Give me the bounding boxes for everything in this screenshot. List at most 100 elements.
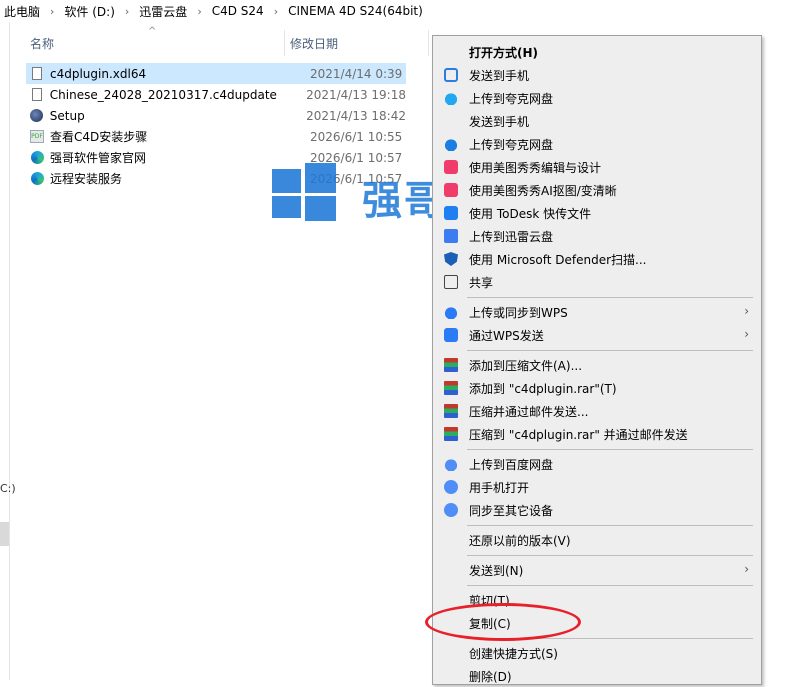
menu-item-label: 共享 xyxy=(469,275,494,290)
column-divider[interactable] xyxy=(428,30,429,56)
breadcrumb-xunlei[interactable]: 迅雷云盘 xyxy=(135,3,191,20)
file-date: 2026/6/1 10:55 xyxy=(310,129,403,144)
menu-item-compress-email[interactable]: 压缩并通过邮件发送... xyxy=(437,400,757,422)
edge-icon xyxy=(30,151,44,165)
file-name: Setup xyxy=(49,108,85,123)
menu-item-label: 删除(D) xyxy=(469,669,512,684)
meitu-icon xyxy=(444,183,458,197)
quark-cloud-icon xyxy=(444,137,458,151)
menu-item-meitu-ai[interactable]: 使用美图秀秀AI抠图/变清晰 xyxy=(437,179,757,201)
menu-separator xyxy=(467,525,753,526)
file-row[interactable]: Chinese_24028_20210317.c4dupdate 2021/4/… xyxy=(26,84,406,105)
menu-item-sync-devices[interactable]: 同步至其它设备 xyxy=(437,499,757,521)
menu-item-label: 发送到手机 xyxy=(469,114,530,129)
menu-item-label: 创建快捷方式(S) xyxy=(469,646,558,661)
menu-item-wps-send[interactable]: 通过WPS发送 › xyxy=(437,324,757,346)
column-divider[interactable] xyxy=(284,30,285,56)
document-icon xyxy=(30,67,44,81)
file-row[interactable]: PDF 查看C4D安装步骤 2026/6/1 10:55 xyxy=(26,126,406,147)
menu-item-add-archive[interactable]: 添加到压缩文件(A)... xyxy=(437,354,757,376)
share-icon xyxy=(444,275,458,289)
menu-item-label: 使用美图秀秀AI抠图/变清晰 xyxy=(469,183,617,198)
menu-item-label: 发送到手机 xyxy=(469,68,530,83)
breadcrumb: 此电脑 › 软件 (D:) › 迅雷云盘 › C4D S24 › CINEMA … xyxy=(0,0,787,22)
menu-item-label: 打开方式(H) xyxy=(469,45,539,60)
menu-item-label: 上传到百度网盘 xyxy=(469,457,554,472)
menu-item-defender[interactable]: 使用 Microsoft Defender扫描... xyxy=(437,248,757,270)
menu-item-label: 添加到 "c4dplugin.rar"(T) xyxy=(469,381,617,396)
menu-item-upload-quark-2[interactable]: 上传到夸克网盘 xyxy=(437,133,757,155)
file-name: c4dplugin.xdl64 xyxy=(50,66,147,81)
highlight-ellipse xyxy=(425,603,581,641)
chevron-right-icon: › xyxy=(197,4,202,18)
breadcrumb-drive-d[interactable]: 软件 (D:) xyxy=(60,3,118,20)
breadcrumb-this-pc[interactable]: 此电脑 xyxy=(0,3,44,20)
wps-send-icon xyxy=(444,328,458,342)
file-name: Chinese_24028_20210317.c4dupdate xyxy=(49,87,277,102)
chevron-right-icon: › xyxy=(744,562,749,576)
menu-item-restore-versions[interactable]: 还原以前的版本(V) xyxy=(437,529,757,551)
menu-item-send-to-phone-2[interactable]: 发送到手机 xyxy=(437,110,757,132)
file-row[interactable]: 强哥软件管家官网 2026/6/1 10:57 xyxy=(26,147,406,168)
menu-item-compress-rar-email[interactable]: 压缩到 "c4dplugin.rar" 并通过邮件发送 xyxy=(437,423,757,445)
menu-item-label: 还原以前的版本(V) xyxy=(469,533,571,548)
file-name: 强哥软件管家官网 xyxy=(50,151,147,165)
menu-item-open-on-phone[interactable]: 用手机打开 xyxy=(437,476,757,498)
menu-separator xyxy=(467,555,753,556)
file-date: 2021/4/14 0:39 xyxy=(310,66,403,81)
baidu-phone-icon xyxy=(444,480,458,494)
windows-logo-watermark-icon xyxy=(272,163,336,221)
column-header-name[interactable]: 名称 xyxy=(30,32,54,54)
cinema4d-icon xyxy=(30,109,44,123)
nav-item-drive-c-fragment[interactable]: C:) xyxy=(0,482,16,495)
chevron-right-icon: › xyxy=(744,304,749,318)
winrar-icon xyxy=(444,358,458,372)
menu-item-label: 通过WPS发送 xyxy=(469,328,544,343)
menu-item-meitu-edit[interactable]: 使用美图秀秀编辑与设计 xyxy=(437,156,757,178)
todesk-icon xyxy=(444,206,458,220)
menu-item-todesk[interactable]: 使用 ToDesk 快传文件 xyxy=(437,202,757,224)
menu-item-label: 压缩并通过邮件发送... xyxy=(469,404,589,419)
wps-cloud-icon xyxy=(444,305,458,319)
menu-item-xunlei[interactable]: 上传到迅雷云盘 xyxy=(437,225,757,247)
menu-item-wps-sync[interactable]: 上传或同步到WPS › xyxy=(437,301,757,323)
menu-item-send-to-phone[interactable]: 发送到手机 xyxy=(437,64,757,86)
menu-item-open-with[interactable]: 打开方式(H) xyxy=(437,41,757,63)
xunlei-icon xyxy=(444,229,458,243)
menu-separator xyxy=(467,449,753,450)
file-row[interactable]: c4dplugin.xdl64 2021/4/14 0:39 xyxy=(26,63,406,84)
menu-separator xyxy=(467,350,753,351)
menu-item-create-shortcut[interactable]: 创建快捷方式(S) xyxy=(437,642,757,664)
menu-item-share[interactable]: 共享 xyxy=(437,271,757,293)
breadcrumb-cinema4d[interactable]: CINEMA 4D S24(64bit) xyxy=(284,4,427,18)
menu-item-send-to[interactable]: 发送到(N) › xyxy=(437,559,757,581)
menu-item-label: 上传到夸克网盘 xyxy=(469,137,554,152)
file-date: 2021/4/13 19:18 xyxy=(306,87,406,102)
file-name: 查看C4D安装步骤 xyxy=(50,130,148,144)
file-name: 远程安装服务 xyxy=(50,172,123,186)
menu-item-label: 使用 Microsoft Defender扫描... xyxy=(469,252,647,267)
menu-separator xyxy=(467,297,753,298)
menu-item-delete[interactable]: 删除(D) xyxy=(437,665,757,687)
file-row[interactable]: 远程安装服务 2026/6/1 10:57 xyxy=(26,168,406,189)
pdf-icon: PDF xyxy=(30,130,44,144)
menu-item-label: 使用美图秀秀编辑与设计 xyxy=(469,160,602,175)
menu-item-label: 压缩到 "c4dplugin.rar" 并通过邮件发送 xyxy=(469,427,688,442)
baidu-sync-icon xyxy=(444,503,458,517)
menu-item-label: 上传到迅雷云盘 xyxy=(469,229,554,244)
menu-item-label: 添加到压缩文件(A)... xyxy=(469,358,583,373)
navigation-pane[interactable]: C:) xyxy=(0,22,16,680)
menu-item-baidu-upload[interactable]: 上传到百度网盘 xyxy=(437,453,757,475)
menu-item-label: 同步至其它设备 xyxy=(469,503,554,518)
phone-icon xyxy=(444,68,458,82)
file-row[interactable]: Setup 2021/4/13 18:42 xyxy=(26,105,406,126)
breadcrumb-c4d-s24[interactable]: C4D S24 xyxy=(208,4,268,18)
edge-icon xyxy=(30,172,44,186)
chevron-right-icon: › xyxy=(273,4,279,18)
menu-item-add-to-rar[interactable]: 添加到 "c4dplugin.rar"(T) xyxy=(437,377,757,399)
sort-ascending-icon: ^ xyxy=(148,26,157,37)
menu-item-upload-quark[interactable]: 上传到夸克网盘 xyxy=(437,87,757,109)
nav-item-selected[interactable] xyxy=(0,522,9,546)
chevron-right-icon: › xyxy=(124,4,130,18)
column-header-date[interactable]: 修改日期 xyxy=(290,32,338,54)
